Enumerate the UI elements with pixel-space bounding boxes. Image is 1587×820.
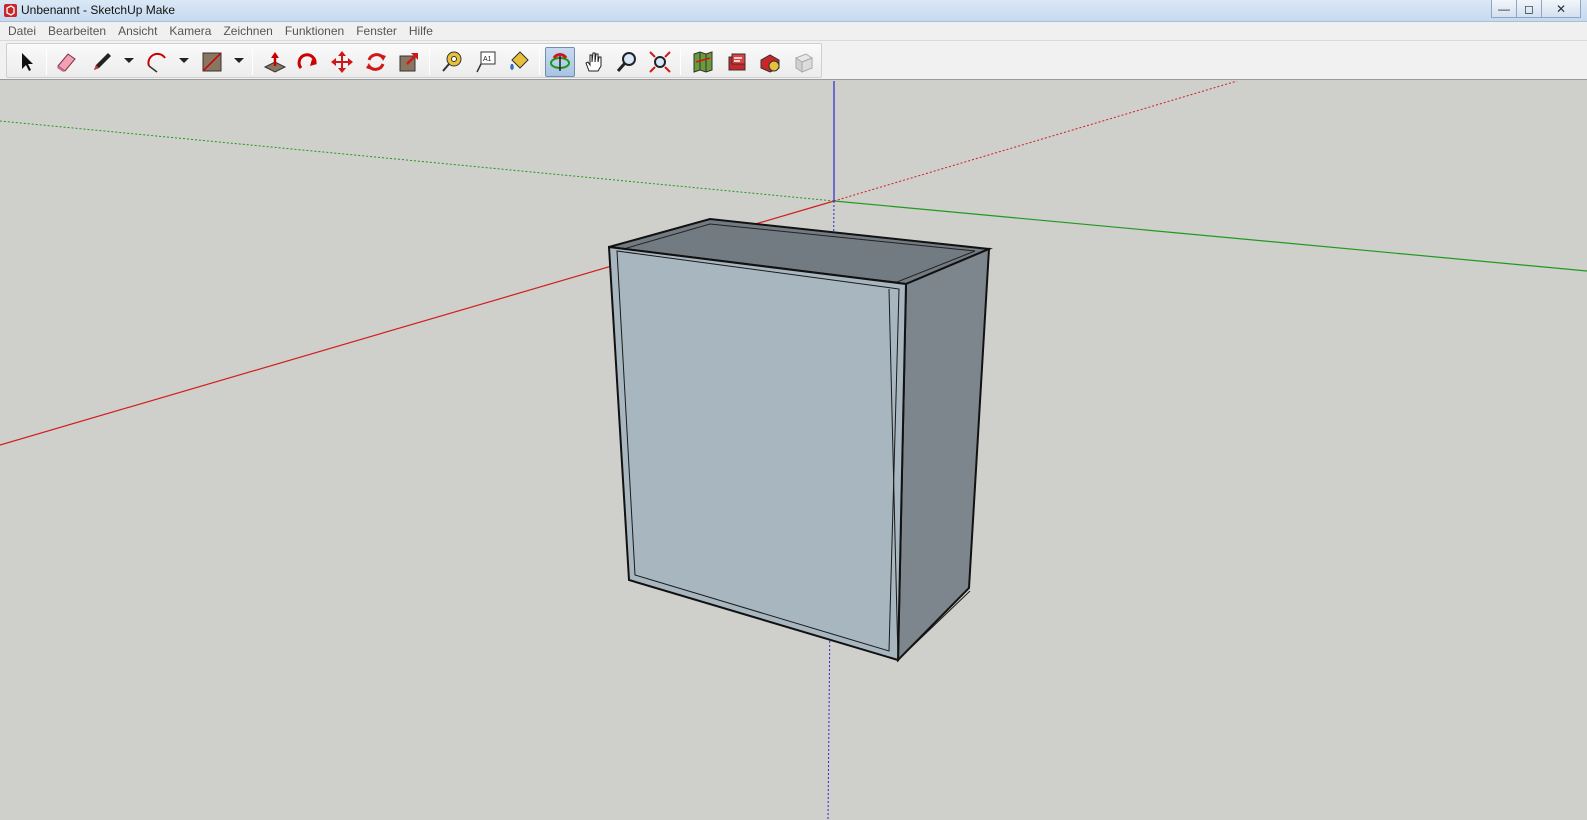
- close-button[interactable]: ✕: [1541, 0, 1581, 18]
- axis-green-negative: [0, 120, 835, 202]
- menu-bearbeiten[interactable]: Bearbeiten: [42, 22, 112, 41]
- paint-bucket-icon: [510, 51, 529, 70]
- arc-tool-button[interactable]: [142, 47, 172, 77]
- zoom-tool-button[interactable]: [612, 47, 642, 77]
- toolbar-group: A1: [6, 43, 822, 78]
- scale-tool-button[interactable]: [394, 47, 424, 77]
- maximize-button[interactable]: ◻: [1516, 0, 1542, 18]
- box-model[interactable]: [607, 217, 993, 663]
- text-tool-button[interactable]: A1: [470, 47, 500, 77]
- push-pull-icon: [263, 52, 287, 73]
- menu-fenster[interactable]: Fenster: [350, 22, 403, 41]
- follow-me-tool-button[interactable]: [293, 47, 323, 77]
- select-icon: [22, 53, 33, 71]
- menu-kamera[interactable]: Kamera: [163, 22, 217, 41]
- scene-canvas[interactable]: [0, 81, 1587, 820]
- share-model-icon: [760, 54, 780, 73]
- tape-measure-tool-button[interactable]: [437, 47, 467, 77]
- move-tool-button[interactable]: [327, 47, 357, 77]
- eraser-icon: [57, 53, 76, 72]
- orbit-icon: [550, 53, 570, 71]
- pencil-dropdown-icon[interactable]: [124, 58, 134, 63]
- rotate-tool-button[interactable]: [361, 47, 391, 77]
- pencil-tool-button[interactable]: [87, 47, 117, 77]
- box-front-face[interactable]: [607, 245, 908, 662]
- scale-icon: [399, 53, 418, 72]
- 3d-viewport[interactable]: [0, 81, 1587, 820]
- box-side-face[interactable]: [896, 247, 991, 663]
- layout-icon: [794, 53, 814, 73]
- pan-icon: [585, 52, 602, 72]
- warehouse-tool-button[interactable]: [688, 47, 718, 77]
- menu-ansicht[interactable]: Ansicht: [112, 22, 163, 41]
- menu-funktionen[interactable]: Funktionen: [279, 22, 350, 41]
- minimize-button[interactable]: —: [1491, 0, 1517, 18]
- eraser-tool-button[interactable]: [51, 47, 81, 77]
- menu-datei[interactable]: Datei: [2, 22, 42, 41]
- menu-hilfe[interactable]: Hilfe: [403, 22, 439, 41]
- zoom-extents-tool-button[interactable]: [645, 47, 675, 77]
- window-title: Unbenannt - SketchUp Make: [21, 3, 176, 17]
- rectangle-dropdown-icon[interactable]: [234, 58, 244, 63]
- push-pull-tool-button[interactable]: [260, 47, 290, 77]
- follow-me-icon: [297, 53, 317, 69]
- layout-tool-button[interactable]: [789, 47, 819, 77]
- share-model-tool-button[interactable]: [755, 47, 785, 77]
- extension-warehouse-tool-button[interactable]: [722, 47, 752, 77]
- toolbar: A1: [0, 41, 1587, 80]
- zoom-extents-icon: [649, 51, 671, 73]
- menu-zeichnen[interactable]: Zeichnen: [217, 22, 278, 41]
- select-tool-button[interactable]: [12, 47, 42, 77]
- extension-warehouse-icon: [728, 53, 746, 71]
- arc-dropdown-icon[interactable]: [179, 58, 189, 63]
- text-label-icon: A1: [476, 51, 496, 73]
- menu-bar: Datei Bearbeiten Ansicht Kamera Zeichnen…: [0, 22, 1587, 41]
- orbit-tool-button[interactable]: [545, 47, 575, 77]
- pencil-icon: [94, 53, 111, 70]
- text-tool-glyph: A1: [483, 56, 492, 63]
- move-icon: [331, 51, 353, 73]
- rotate-icon: [366, 53, 386, 71]
- warehouse-icon: [693, 51, 713, 73]
- tape-measure-icon: [442, 51, 462, 72]
- pan-tool-button[interactable]: [579, 47, 609, 77]
- rectangle-tool-button[interactable]: [197, 47, 227, 77]
- sketchup-app-icon: [4, 4, 17, 17]
- axis-red-negative: [833, 81, 1238, 202]
- arc-icon: [147, 52, 166, 73]
- paint-bucket-tool-button[interactable]: [504, 47, 534, 77]
- title-bar: Unbenannt - SketchUp Make — ◻ ✕: [0, 0, 1587, 22]
- rectangle-icon: [202, 52, 222, 72]
- zoom-icon: [616, 52, 636, 72]
